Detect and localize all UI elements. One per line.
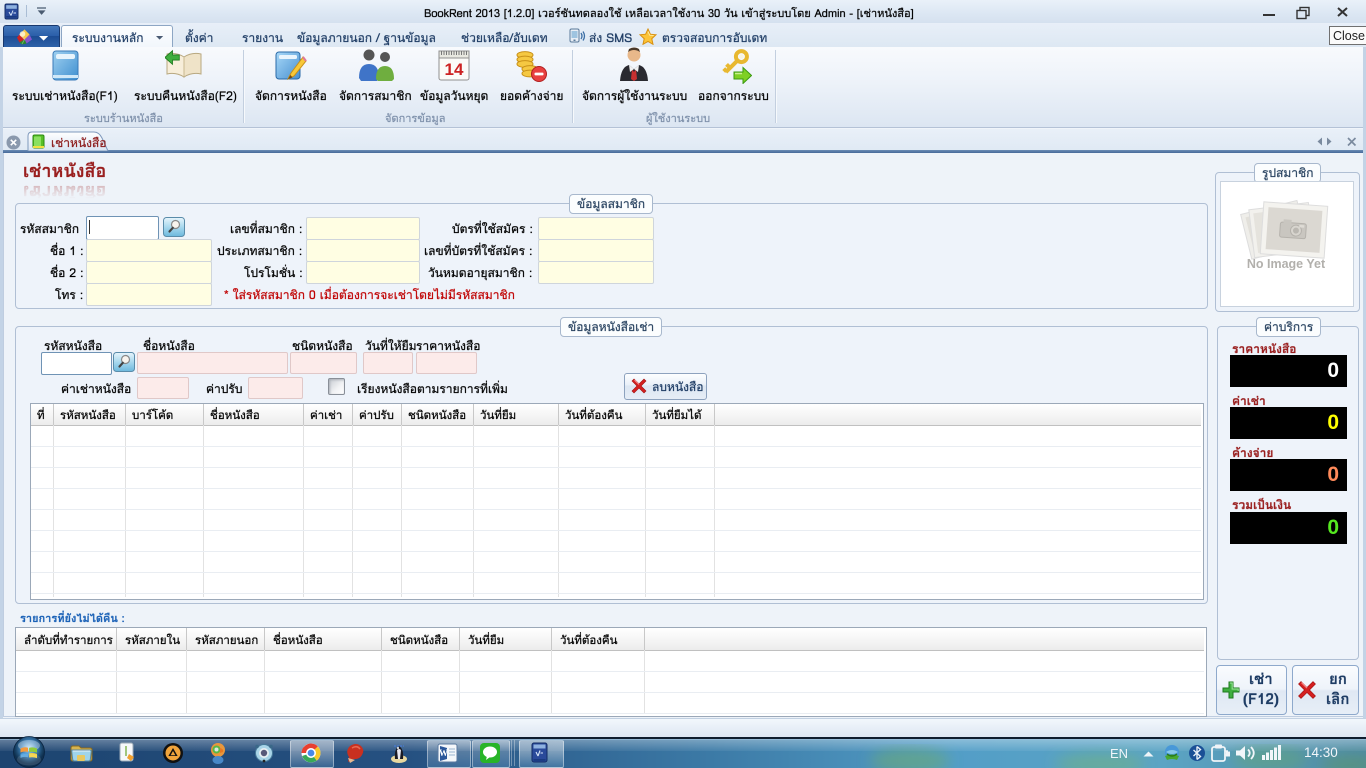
svg-text:No Image Yet: No Image Yet (1247, 257, 1326, 271)
svg-text:14: 14 (445, 60, 464, 79)
svg-text:W: W (439, 748, 448, 758)
